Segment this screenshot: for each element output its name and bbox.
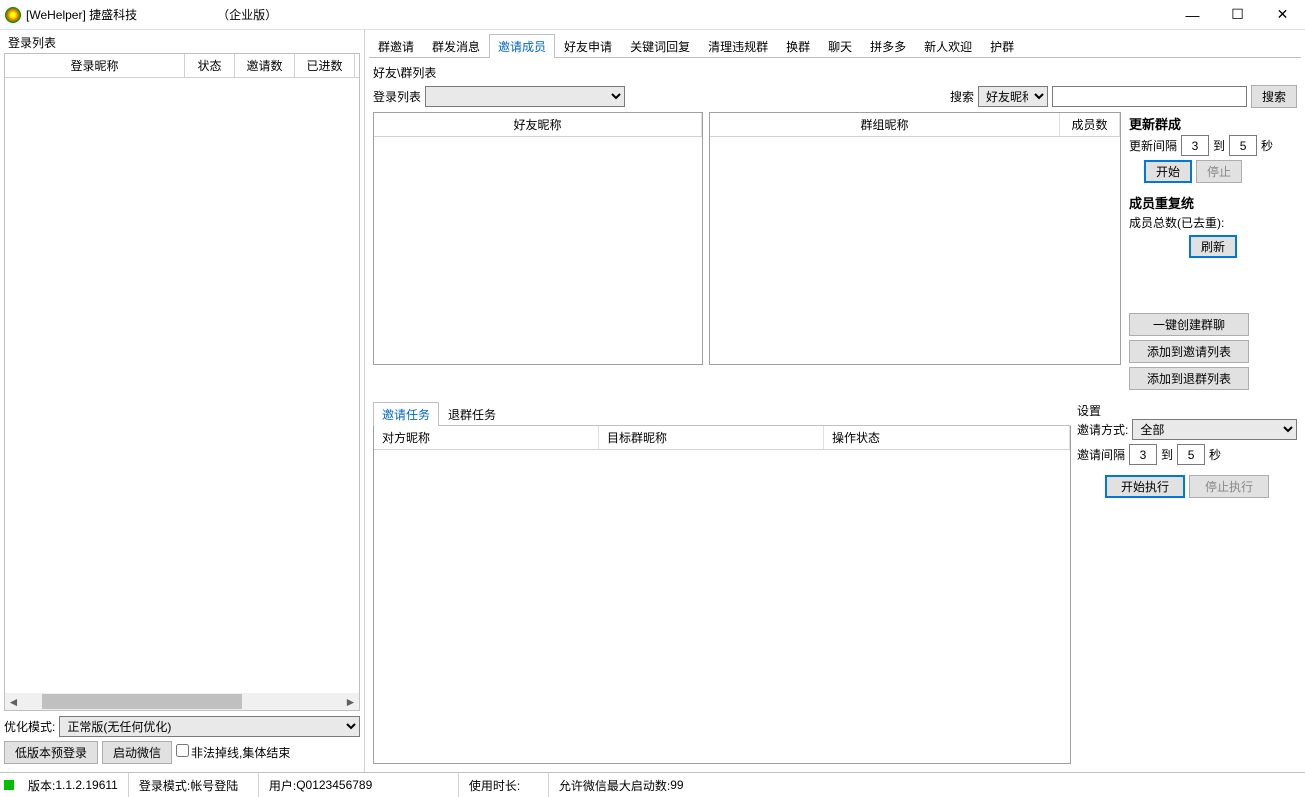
invite-method-label: 邀请方式:: [1077, 421, 1128, 438]
search-input[interactable]: [1052, 86, 1247, 107]
start-exec-button[interactable]: 开始执行: [1105, 475, 1185, 498]
tab-friend-req[interactable]: 好友申请: [555, 34, 621, 58]
tab-pdd[interactable]: 拼多多: [861, 34, 915, 58]
side-controls: 更新群成 更新间隔 到 秒 开始 停止 成员重复统 成员总数(已去重):: [1127, 112, 1297, 394]
opt-mode-label: 优化模式:: [4, 718, 55, 735]
update-from-input[interactable]: [1181, 135, 1209, 156]
statusbar: 版本:1.1.2.19611 登录模式:帐号登陆 用户:Q0123456789 …: [0, 772, 1305, 797]
invite-method-select[interactable]: 全部: [1132, 419, 1297, 440]
status-use-time: 使用时长:: [459, 773, 549, 797]
friend-list-col[interactable]: 好友昵称: [374, 113, 702, 136]
status-login-mode: 登录模式:帐号登陆: [129, 773, 259, 797]
search-label: 搜索: [950, 88, 974, 105]
status-user: 用户:Q0123456789: [259, 773, 459, 797]
tab-group-msg[interactable]: 群发消息: [423, 34, 489, 58]
status-version: 版本:1.1.2.19611: [18, 773, 129, 797]
search-button[interactable]: 搜索: [1251, 85, 1297, 108]
friend-group-label: 好友\群列表: [369, 62, 1301, 83]
opt-mode-select[interactable]: 正常版(无任何优化): [59, 716, 360, 737]
login-list[interactable]: 登录昵称 状态 邀请数 已进数 ◄ ►: [4, 53, 360, 711]
settings-title: 设置: [1077, 402, 1297, 419]
tab-swap-group[interactable]: 换群: [777, 34, 819, 58]
settings-sec-label: 秒: [1209, 446, 1221, 463]
status-led-icon: [4, 780, 14, 790]
add-exit-list-button[interactable]: 添加到退群列表: [1129, 367, 1249, 390]
status-allow: 允许微信最大启动数:99: [549, 773, 694, 797]
col-status[interactable]: 状态: [185, 54, 235, 77]
left-panel: 登录列表 登录昵称 状态 邀请数 已进数 ◄ ► 优化模式: 正常版(无任何优化…: [0, 30, 365, 772]
login-list-dropdown-label: 登录列表: [373, 88, 421, 105]
add-invite-list-button[interactable]: 添加到邀请列表: [1129, 340, 1249, 363]
right-panel: 群邀请 群发消息 邀请成员 好友申请 关键词回复 清理违规群 换群 聊天 拼多多…: [365, 30, 1305, 772]
search-by-select[interactable]: 好友昵称: [978, 86, 1048, 107]
update-start-button[interactable]: 开始: [1144, 160, 1192, 183]
update-to-input[interactable]: [1229, 135, 1257, 156]
tab-clean-group[interactable]: 清理违规群: [699, 34, 777, 58]
scrollbar-horizontal[interactable]: ◄ ►: [5, 693, 359, 710]
dedup-title: 成员重复统: [1129, 193, 1297, 212]
update-stop-button: 停止: [1196, 160, 1242, 183]
col-invites[interactable]: 邀请数: [235, 54, 295, 77]
main-tabs: 群邀请 群发消息 邀请成员 好友申请 关键词回复 清理违规群 换群 聊天 拼多多…: [369, 34, 1301, 58]
start-wechat-button[interactable]: 启动微信: [102, 741, 172, 764]
app-icon: [5, 7, 21, 23]
col-joined[interactable]: 已进数: [295, 54, 355, 77]
invite-to-input[interactable]: [1177, 444, 1205, 465]
titlebar: [WeHelper] 捷盛科技 （企业版） — ☐ ✕: [0, 0, 1305, 30]
refresh-button[interactable]: 刷新: [1189, 235, 1237, 258]
minimize-button[interactable]: —: [1170, 0, 1215, 30]
group-list-col-name[interactable]: 群组昵称: [710, 113, 1060, 136]
task-col-nickname[interactable]: 对方昵称: [374, 426, 599, 449]
stop-exec-button: 停止执行: [1189, 475, 1269, 498]
tab-invite-member[interactable]: 邀请成员: [489, 34, 555, 58]
illegal-offline-checkbox[interactable]: 非法掉线,集体结束: [176, 744, 290, 761]
settings-panel: 设置 邀请方式: 全部 邀请间隔 到 秒 开始执行 停止执行: [1077, 402, 1297, 764]
create-group-button[interactable]: 一键创建群聊: [1129, 313, 1249, 336]
login-list-header: 登录昵称 状态 邀请数 已进数: [5, 54, 359, 78]
task-col-target-group[interactable]: 目标群昵称: [599, 426, 824, 449]
task-col-status[interactable]: 操作状态: [824, 426, 1070, 449]
update-interval-label: 更新间隔: [1129, 137, 1177, 154]
tab-chat[interactable]: 聊天: [819, 34, 861, 58]
close-button[interactable]: ✕: [1260, 0, 1305, 30]
invite-from-input[interactable]: [1129, 444, 1157, 465]
task-list[interactable]: 对方昵称 目标群昵称 操作状态: [373, 426, 1071, 764]
group-list[interactable]: 群组昵称 成员数: [709, 112, 1121, 365]
tab-group-invite[interactable]: 群邀请: [369, 34, 423, 58]
tab-exit-task[interactable]: 退群任务: [439, 402, 505, 426]
login-list-select[interactable]: [425, 86, 625, 107]
update-members-title: 更新群成: [1129, 114, 1297, 133]
tab-keyword-reply[interactable]: 关键词回复: [621, 34, 699, 58]
col-nickname[interactable]: 登录昵称: [5, 54, 185, 77]
app-title: [WeHelper] 捷盛科技: [26, 6, 137, 23]
app-title-suffix: （企业版）: [217, 6, 277, 23]
settings-to-label: 到: [1161, 446, 1173, 463]
login-list-label: 登录列表: [4, 32, 360, 53]
friend-list[interactable]: 好友昵称: [373, 112, 703, 365]
tab-invite-task[interactable]: 邀请任务: [373, 402, 439, 426]
group-list-col-count[interactable]: 成员数: [1060, 113, 1120, 136]
to-label: 到: [1213, 137, 1225, 154]
sec-label: 秒: [1261, 137, 1273, 154]
tab-protect[interactable]: 护群: [981, 34, 1023, 58]
maximize-button[interactable]: ☐: [1215, 0, 1260, 30]
low-version-login-button[interactable]: 低版本预登录: [4, 741, 98, 764]
tab-welcome[interactable]: 新人欢迎: [915, 34, 981, 58]
invite-interval-label: 邀请间隔: [1077, 446, 1125, 463]
task-area: 邀请任务 退群任务 对方昵称 目标群昵称 操作状态: [373, 402, 1071, 764]
dedup-label: 成员总数(已去重):: [1129, 214, 1297, 231]
